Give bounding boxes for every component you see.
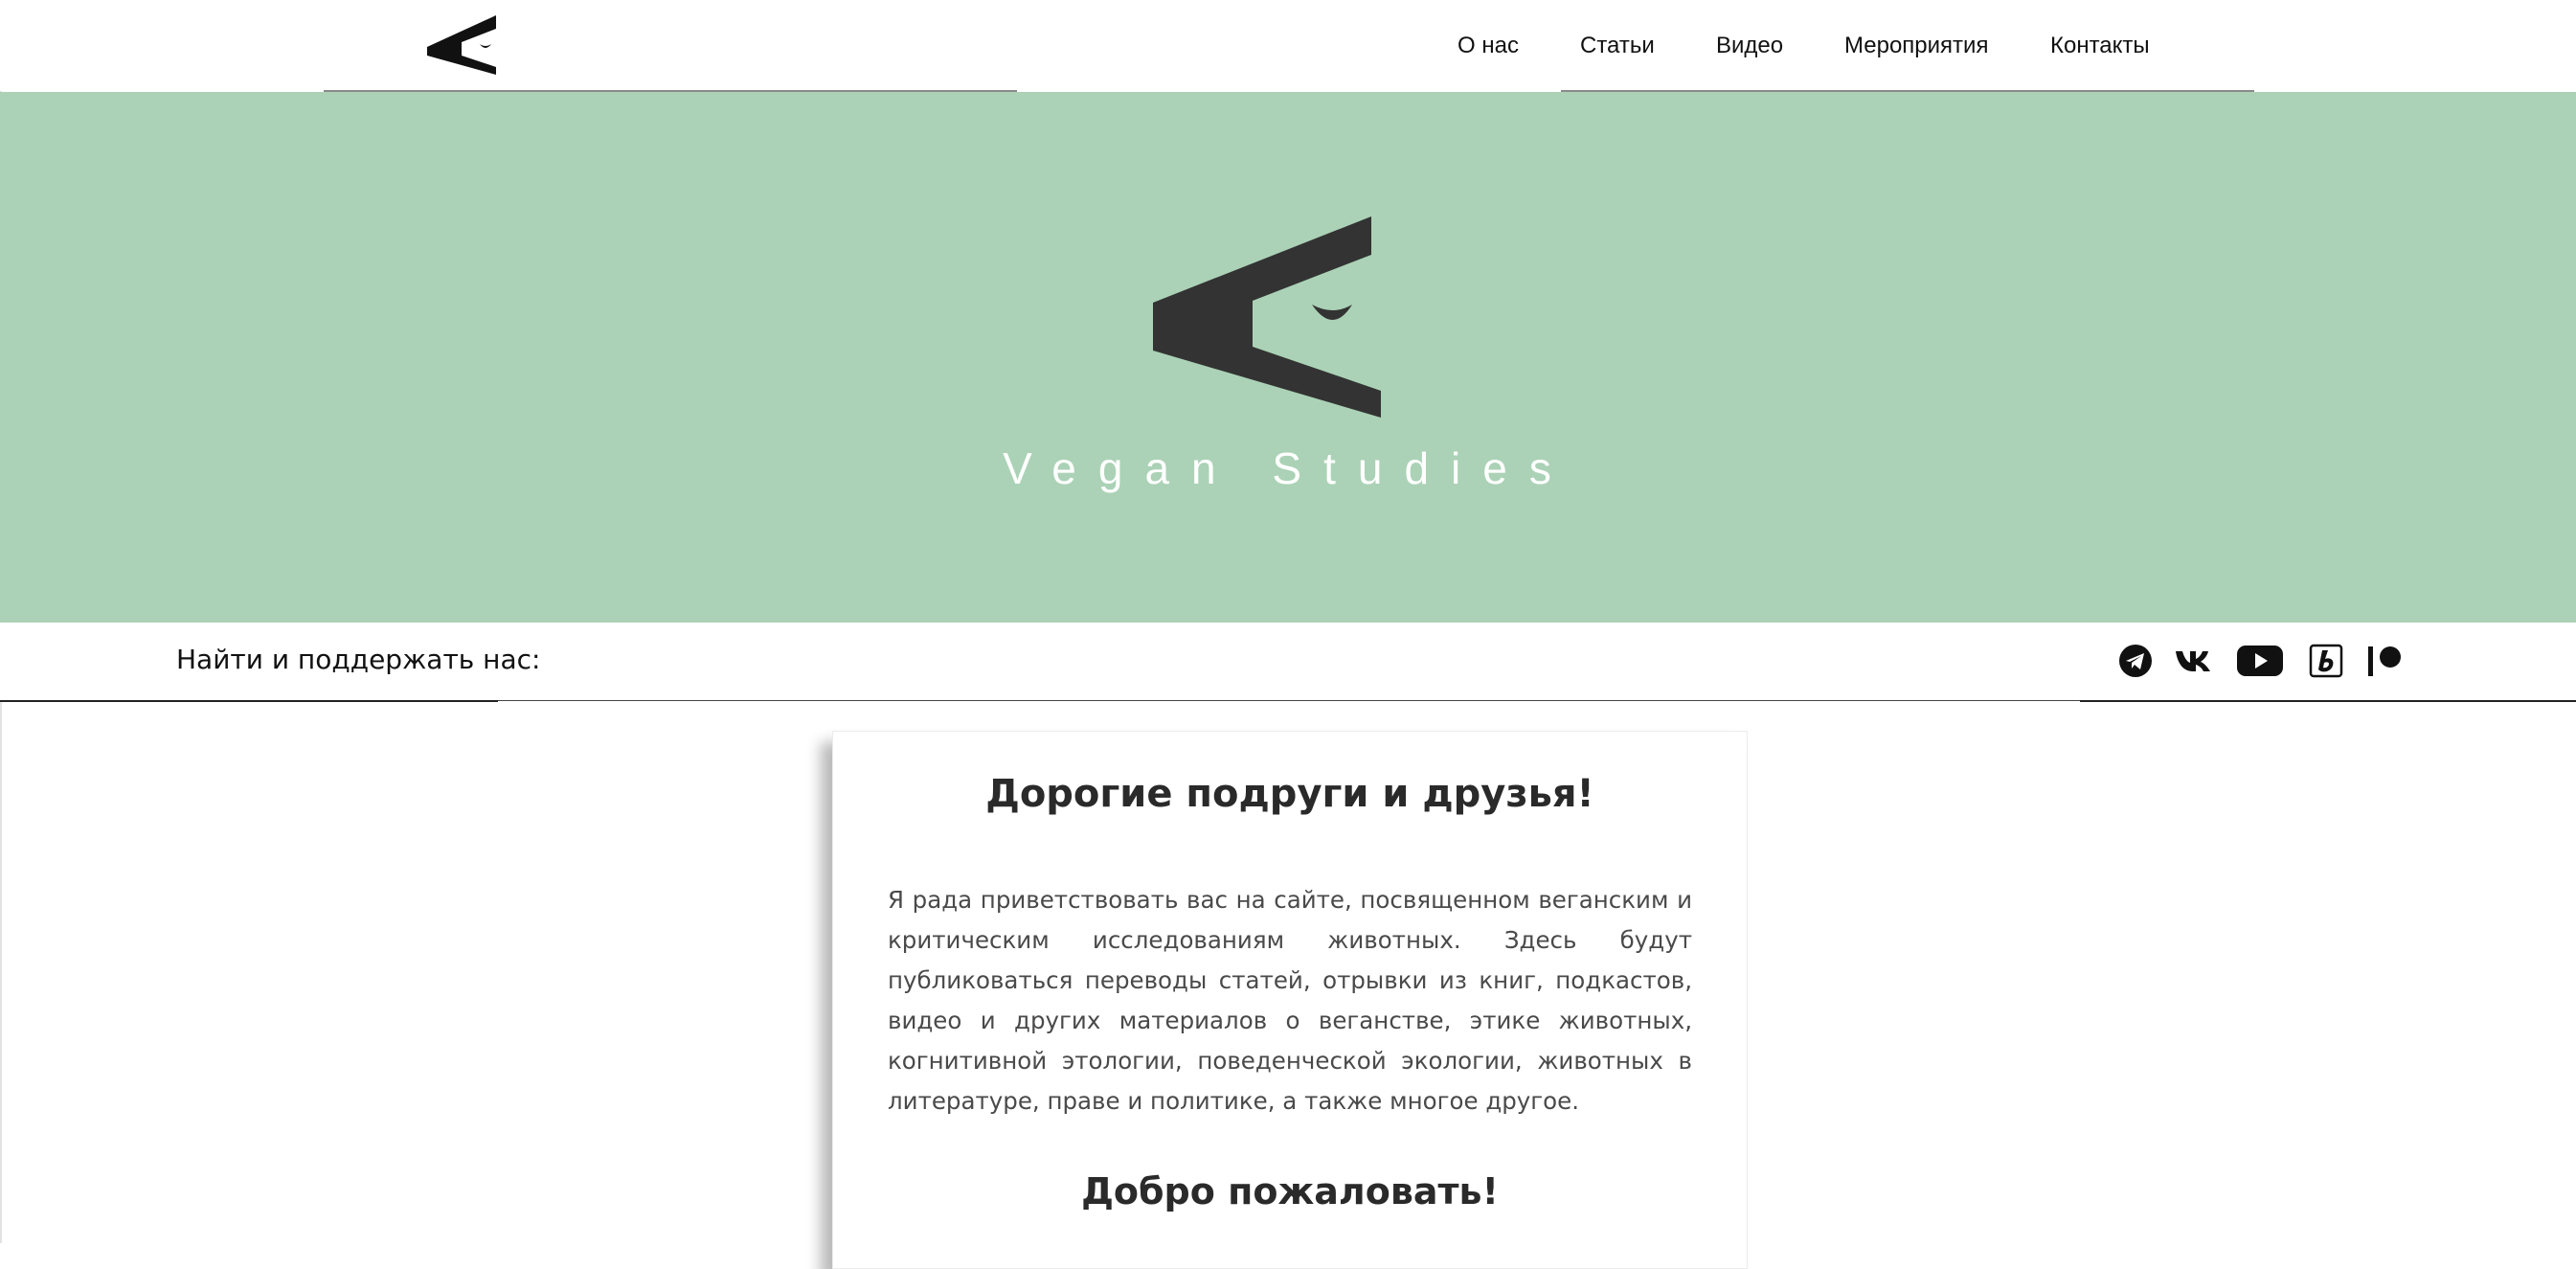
welcome-card: Дорогие подруги и друзья! Я рада приветс…	[832, 731, 1748, 1269]
nav-item-articles[interactable]: Статьи	[1580, 29, 1655, 63]
hero-banner: Vegan Studies	[0, 92, 2576, 623]
card-subtitle: Добро пожаловать!	[1081, 1170, 1499, 1212]
boosty-icon[interactable]	[2305, 640, 2347, 682]
support-label: Найти и поддержать нас:	[176, 644, 541, 675]
site-logo-icon[interactable]	[427, 11, 502, 75]
hero-logo-icon	[1153, 216, 1381, 418]
nav-item-video[interactable]: Видео	[1716, 29, 1783, 63]
support-strip: Найти и поддержать нас:	[0, 623, 2576, 702]
telegram-icon[interactable]	[2114, 640, 2157, 682]
card-title: Дорогие подруги и друзья!	[985, 772, 1594, 816]
hero-title: Vegan Studies	[1003, 443, 1573, 493]
nav-item-events[interactable]: Мероприятия	[1844, 29, 1988, 63]
nav-item-about[interactable]: О нас	[1457, 29, 1519, 63]
top-header: О нас Статьи Видео Мероприятия Контакты	[0, 0, 2576, 92]
youtube-icon[interactable]	[2235, 640, 2285, 682]
support-divider-right	[2080, 700, 2576, 702]
support-divider-middle	[498, 700, 2080, 701]
patreon-icon[interactable]	[2363, 640, 2406, 682]
card-text: Я рада приветствовать вас на сайте, посв…	[888, 886, 1692, 1115]
nav-item-contacts[interactable]: Контакты	[2050, 29, 2150, 63]
support-divider-left	[0, 700, 498, 702]
vk-icon[interactable]	[2172, 640, 2214, 682]
